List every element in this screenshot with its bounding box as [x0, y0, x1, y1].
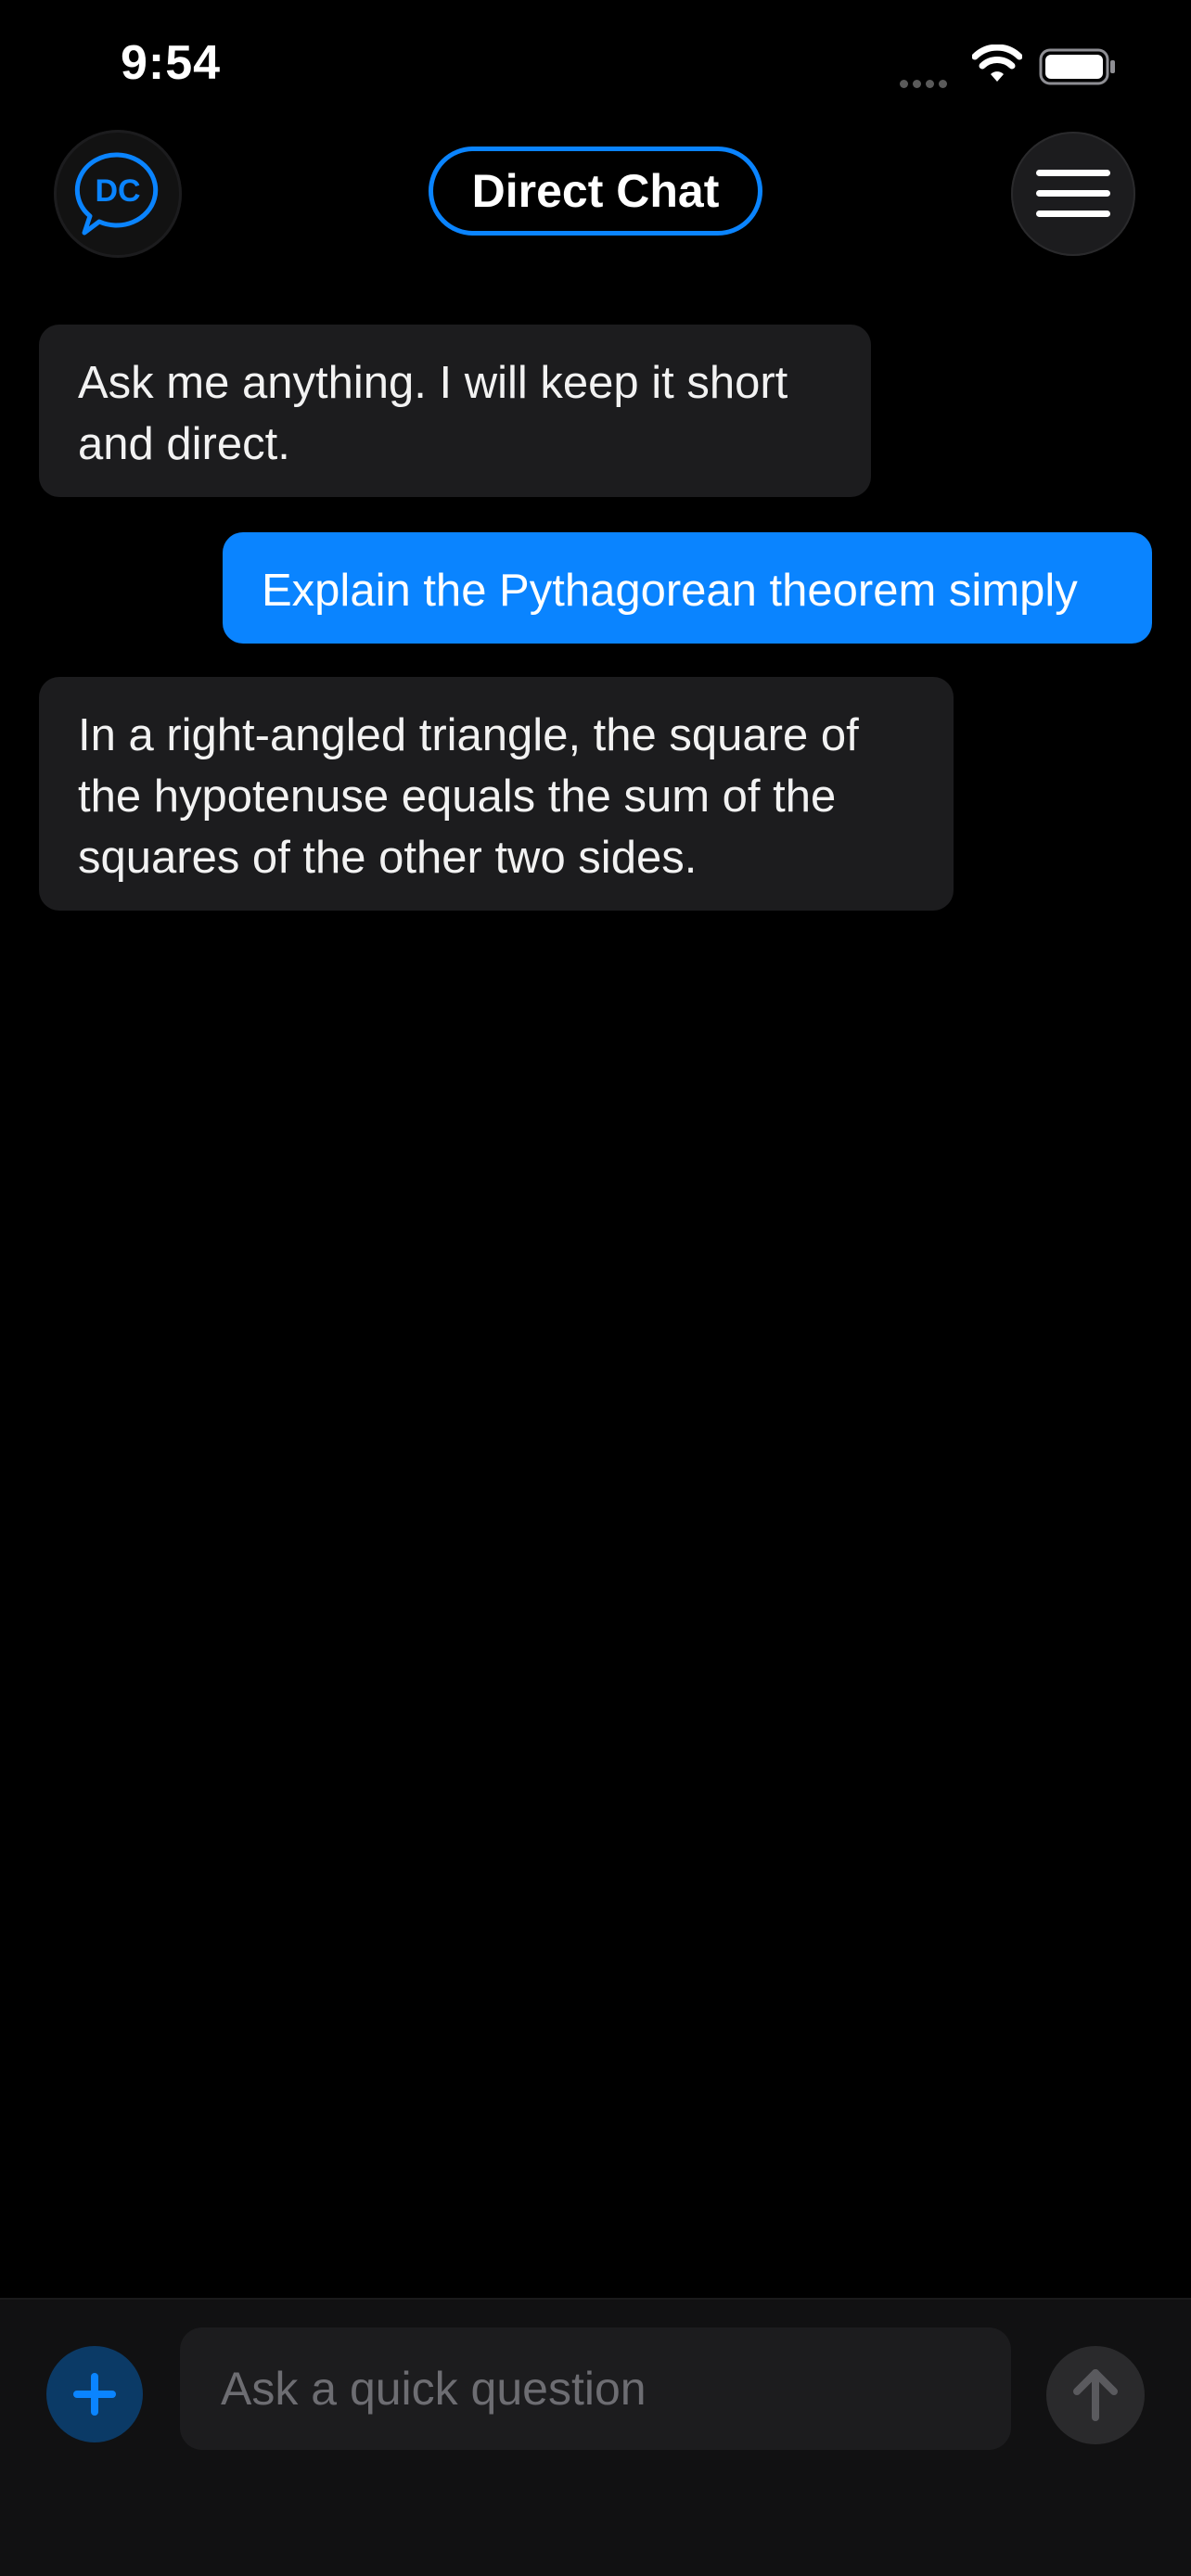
arrow-up-icon [1073, 2369, 1118, 2421]
signal-icon [900, 76, 957, 88]
send-button[interactable] [1046, 2346, 1145, 2444]
message-input[interactable] [180, 2327, 1011, 2450]
header: DC Direct Chat [0, 130, 1191, 260]
user-message: Explain the Pythagorean theorem simply [223, 532, 1152, 644]
status-time: 9:54 [121, 36, 222, 90]
app-logo-button[interactable]: DC [54, 130, 182, 258]
page-title[interactable]: Direct Chat [429, 147, 762, 236]
assistant-message: Ask me anything. I will keep it short an… [39, 325, 871, 497]
battery-icon [1039, 48, 1117, 85]
assistant-message: In a right-angled triangle, the square o… [39, 677, 954, 911]
wifi-icon [971, 44, 1023, 85]
add-button[interactable] [46, 2346, 143, 2442]
hamburger-menu-icon [1036, 170, 1110, 217]
chat-bubble-logo-icon: DC [74, 152, 159, 236]
logo-text: DC [95, 173, 140, 209]
status-bar: 9:54 [0, 0, 1191, 130]
menu-button[interactable] [1011, 132, 1135, 256]
composer-bar [0, 2298, 1191, 2576]
plus-icon [73, 2373, 116, 2416]
